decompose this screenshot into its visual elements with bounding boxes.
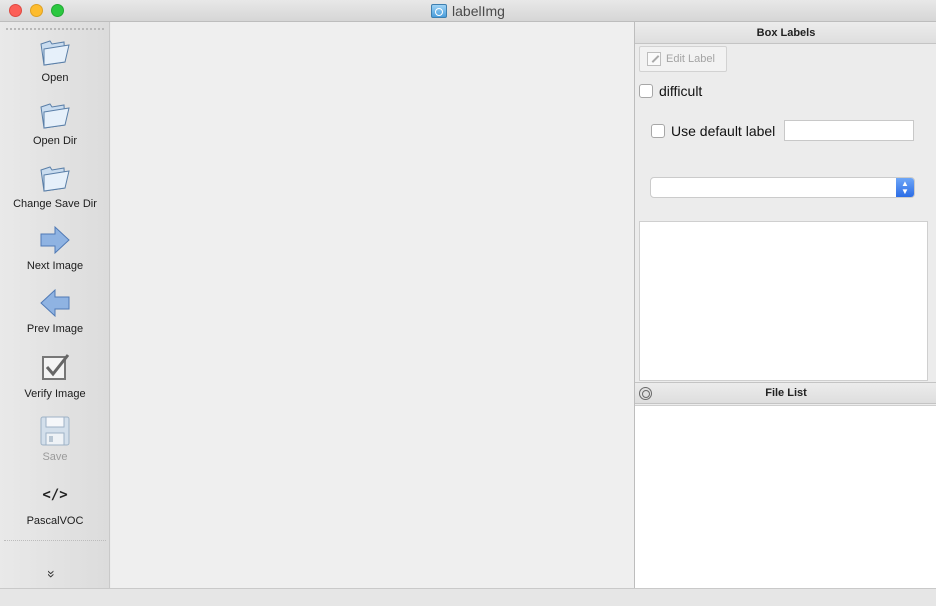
save-button-label: Save	[42, 451, 68, 463]
window-title: labelImg	[452, 3, 505, 19]
label-combo-box[interactable]: ▲ ▼	[650, 177, 915, 198]
code-brackets-icon: </>	[37, 477, 73, 513]
arrow-right-icon	[37, 222, 73, 258]
change-save-dir-button[interactable]: Change Save Dir	[0, 160, 110, 222]
box-labels-title: Box Labels	[756, 26, 816, 39]
labelimg-app-icon	[431, 4, 448, 18]
folder-open-icon	[37, 34, 73, 70]
change-save-dir-button-label: Change Save Dir	[13, 198, 97, 210]
file-list-title: File List	[765, 387, 807, 399]
floppy-disk-icon	[37, 413, 73, 449]
folder-open-icon	[37, 160, 73, 196]
code-brackets-glyph: </>	[42, 487, 68, 503]
edit-label-button-label: Edit Label	[666, 53, 715, 65]
toolbar-grip[interactable]	[6, 28, 104, 30]
use-default-label-text: Use default label	[671, 123, 776, 139]
open-button[interactable]: Open	[0, 34, 110, 96]
open-dir-button[interactable]: Open Dir	[0, 97, 110, 159]
prev-image-button[interactable]: Prev Image	[0, 285, 110, 347]
labelimg-window: labelImg Open Open Dir Change Save Dir N…	[0, 0, 936, 606]
default-label-input[interactable]	[784, 120, 914, 141]
difficult-label: difficult	[659, 83, 703, 99]
verify-image-button[interactable]: Verify Image	[0, 350, 110, 412]
edit-pencil-icon	[647, 52, 661, 66]
prev-image-button-label: Prev Image	[26, 323, 84, 335]
file-list-dock-title[interactable]: File List	[635, 382, 936, 404]
image-canvas[interactable]	[111, 22, 634, 588]
pascalvoc-format-button-label: PascalVOC	[26, 515, 84, 527]
pascalvoc-format-button[interactable]: </> PascalVOC	[0, 477, 110, 539]
difficult-checkbox-row[interactable]: difficult	[639, 83, 702, 99]
verify-image-button-label: Verify Image	[24, 388, 86, 400]
combo-arrows-icon[interactable]: ▲ ▼	[896, 178, 914, 197]
difficult-checkbox[interactable]	[639, 84, 653, 98]
use-default-label-checkbox[interactable]	[651, 124, 665, 138]
edit-label-button[interactable]: Edit Label	[639, 46, 727, 72]
use-default-label-row[interactable]: Use default label	[651, 123, 775, 139]
next-image-button-label: Next Image	[26, 260, 84, 272]
toolbar-separator	[4, 540, 106, 541]
arrow-left-icon	[37, 285, 73, 321]
folder-open-icon	[37, 97, 73, 133]
double-chevron-down-icon: »	[43, 570, 60, 578]
title-wrap: labelImg	[0, 0, 936, 22]
status-bar	[0, 588, 936, 606]
label-list[interactable]	[639, 221, 928, 381]
dock-float-icon[interactable]	[639, 387, 652, 400]
right-dock: Box Labels Edit Label difficult Use defa…	[634, 22, 936, 588]
open-button-label: Open	[41, 72, 69, 84]
box-labels-dock-title[interactable]: Box Labels	[635, 22, 936, 44]
toolbar-extension-button[interactable]: »	[44, 566, 60, 582]
file-list[interactable]	[635, 405, 936, 588]
left-toolbar: Open Open Dir Change Save Dir Next Image…	[0, 22, 110, 588]
next-image-button[interactable]: Next Image	[0, 222, 110, 284]
title-bar: labelImg	[0, 0, 936, 22]
save-button[interactable]: Save	[0, 413, 110, 475]
chevron-down-icon: ▼	[901, 186, 909, 196]
checkbox-icon	[37, 350, 73, 386]
open-dir-button-label: Open Dir	[32, 135, 78, 147]
